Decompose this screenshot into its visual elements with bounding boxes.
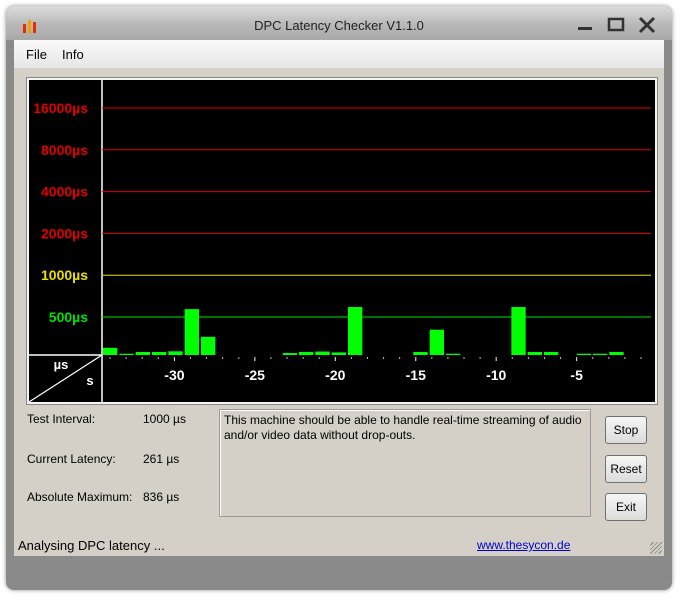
latency-bar (299, 351, 314, 355)
menu-file[interactable]: File (26, 47, 47, 62)
x-tick-label: -15 (406, 367, 426, 383)
close-icon (638, 16, 656, 34)
latency-bar (609, 351, 624, 355)
current-latency-value: 261 µs (143, 452, 180, 466)
latency-bar (429, 329, 444, 355)
threshold-label: 1000µs (41, 267, 88, 283)
latency-bar (446, 353, 461, 355)
close-button[interactable] (634, 16, 660, 34)
test-interval-value: 1000 µs (143, 412, 186, 426)
latency-bar (201, 336, 216, 355)
resize-grip-icon[interactable] (650, 542, 662, 554)
latency-bar (282, 353, 297, 355)
x-tick-label: -10 (486, 367, 506, 383)
threshold-label: 8000µs (41, 142, 88, 158)
latency-bar (119, 353, 134, 355)
x-tick-label: -25 (245, 367, 265, 383)
maximize-button[interactable] (603, 16, 629, 34)
menu-bar: File Info (14, 40, 664, 68)
menu-info[interactable]: Info (62, 47, 84, 62)
website-link[interactable]: www.thesycon.de (477, 538, 570, 552)
latency-bar (413, 351, 428, 355)
minimize-icon (578, 27, 592, 30)
message-text: This machine should be able to handle re… (224, 413, 582, 442)
status-text: Analysing DPC latency ... (18, 538, 165, 553)
latency-bar (593, 353, 608, 355)
latency-bar (152, 351, 167, 355)
latency-bar (168, 351, 183, 355)
main-panel: 16000µs 8000µs 4000µs 2000µs 1000µs 500µs -30 -… (14, 68, 664, 556)
threshold-label: 2000µs (41, 225, 88, 241)
status-bar: Analysing DPC latency ... www.thesycon.d… (14, 535, 664, 556)
stop-button[interactable]: Stop (605, 416, 647, 444)
threshold-label: 500µs (49, 309, 88, 325)
latency-bar (135, 351, 150, 355)
latency-chart-svg: 16000µs 8000µs 4000µs 2000µs 1000µs 500µs -30 -… (29, 80, 651, 402)
latency-bar (348, 307, 363, 355)
x-unit-label: s (86, 373, 93, 388)
minimize-button[interactable] (572, 16, 598, 34)
test-interval-label: Test Interval: (27, 412, 96, 426)
current-latency-label: Current Latency: (27, 452, 116, 466)
latency-bar (184, 309, 199, 355)
app-window: DPC Latency Checker V1.1.0 File Info 160… (6, 6, 672, 590)
exit-button[interactable]: Exit (605, 493, 647, 521)
title-bar[interactable]: DPC Latency Checker V1.1.0 (6, 6, 672, 40)
latency-bar (315, 351, 330, 355)
absolute-maximum-label: Absolute Maximum: (27, 490, 133, 504)
latency-bar (511, 307, 526, 355)
absolute-maximum-value: 836 µs (143, 490, 180, 504)
message-box: This machine should be able to handle re… (219, 409, 591, 517)
latency-bar (544, 351, 559, 355)
x-tick-label: -30 (164, 367, 184, 383)
client-area: File Info 16000µs 8000µs 4000µs 2000µs 1000µ… (14, 40, 664, 556)
latency-bar (331, 352, 346, 355)
latency-bar (576, 353, 591, 355)
x-tick-label: -5 (570, 367, 583, 383)
threshold-label: 4000µs (41, 184, 88, 200)
latency-bar (103, 347, 118, 355)
y-unit-label: µs (54, 357, 69, 372)
x-tick-label: -20 (325, 367, 345, 383)
maximize-icon (607, 17, 625, 32)
latency-bar (527, 351, 542, 355)
reset-button[interactable]: Reset (605, 455, 647, 483)
threshold-label: 16000µs (33, 100, 88, 116)
latency-chart: 16000µs 8000µs 4000µs 2000µs 1000µs 500µs -30 -… (26, 77, 658, 405)
